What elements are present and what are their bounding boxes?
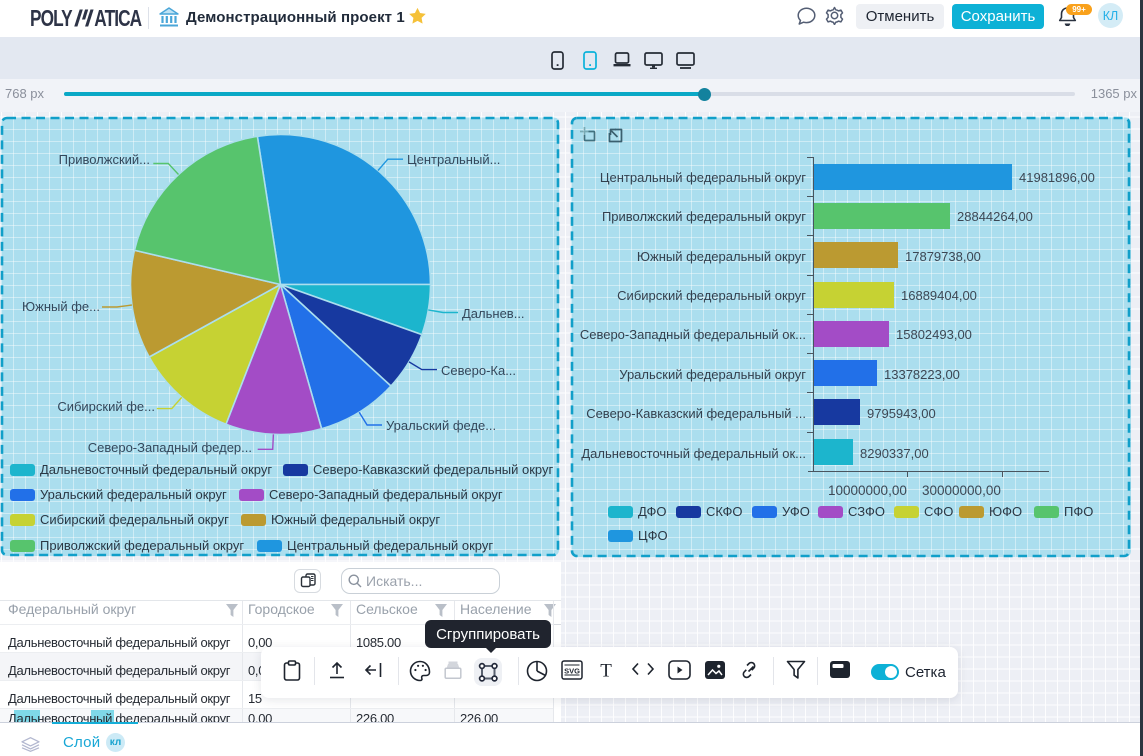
svg-text:T: T xyxy=(600,661,612,681)
svg-text:SVG: SVG xyxy=(564,667,580,676)
